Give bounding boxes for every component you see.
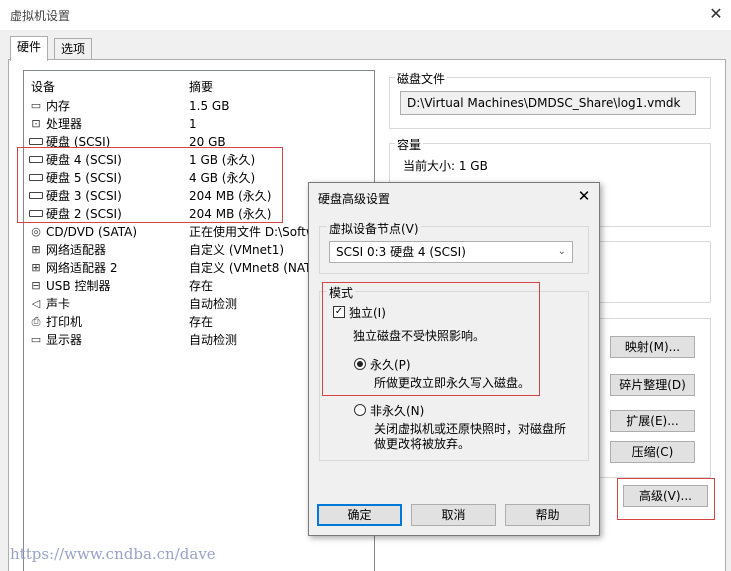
monitor-icon: ▭ [30,333,42,346]
memory-icon: ▭ [30,99,42,112]
disk-file-path: D:\Virtual Machines\DMDSC_Share\log1.vmd… [400,91,696,115]
tab-hardware[interactable]: 硬件 [10,36,48,61]
title-bar [0,0,731,30]
hdd-icon [29,138,43,145]
device-summary: 1.5 GB [189,99,230,113]
device-summary: 自动检测 [189,333,238,347]
device-name: 网络适配器 [46,243,107,257]
device-name: CD/DVD (SATA) [46,225,138,239]
expand-button[interactable]: 扩展(E)... [610,410,695,432]
device-name: USB 控制器 [46,279,111,293]
map-button[interactable]: 映射(M)... [610,336,695,358]
cancel-button[interactable]: 取消 [411,504,496,526]
device-summary: 自定义 (VMnet8 (NAT [189,261,312,275]
nonpersistent-description-2: 做更改将被放弃。 [374,437,471,451]
column-header-device[interactable]: 设备 [31,78,55,95]
highlight-box-disks [17,147,283,223]
capacity-label: 容量 [395,136,424,153]
device-row-memory[interactable]: ▭ 内存 1.5 GB [27,97,372,115]
device-summary: 自定义 (VMnet1) [189,243,285,257]
device-summary: 自动检测 [189,297,238,311]
nonpersistent-label[interactable]: 非永久(N) [370,402,424,419]
device-summary: 存在 [189,279,214,293]
network-icon: ⊞ [31,243,41,256]
compact-button[interactable]: 压缩(C) [610,441,695,463]
dialog-title: 硬盘高级设置 [318,192,391,206]
device-name: 显示器 [46,333,83,347]
current-size-text: 当前大小: 1 GB [403,159,488,173]
network-icon: ⊞ [31,261,41,274]
device-name: 打印机 [46,315,83,329]
node-label: 虚拟设备节点(V) [327,220,421,237]
highlight-box-advanced [617,478,715,520]
close-icon[interactable]: ✕ [706,4,726,24]
node-select-value: SCSI 0:3 硬盘 4 (SCSI) [336,245,466,259]
device-row-cpu[interactable]: ⊡ 处理器 1 [27,115,372,133]
nonpersistent-radio[interactable] [354,404,366,416]
device-name: 内存 [46,99,71,113]
ok-button[interactable]: 确定 [317,504,402,526]
cpu-icon: ⊡ [31,117,41,130]
device-name: 声卡 [46,297,71,311]
usb-icon: ⊟ [31,279,41,292]
device-summary: 1 [189,117,197,131]
help-button[interactable]: 帮助 [505,504,590,526]
device-name: 处理器 [46,117,83,131]
watermark-text: https://www.cndba.cn/dave [10,545,216,563]
close-icon[interactable]: ✕ [575,187,593,205]
printer-icon: ⎙ [31,315,41,328]
column-header-summary[interactable]: 摘要 [189,78,213,95]
chevron-down-icon: ⌄ [557,246,566,257]
defrag-button[interactable]: 碎片整理(D) [610,374,695,396]
disk-file-label: 磁盘文件 [395,70,448,87]
highlight-box-mode [322,282,540,396]
window-title: 虚拟机设置 [10,9,71,23]
device-summary: 正在使用文件 D:\Softw [189,225,316,239]
cd-icon: ◎ [31,225,41,238]
device-name: 网络适配器 2 [46,261,118,275]
speaker-icon: ◁ [31,297,41,310]
node-select[interactable]: SCSI 0:3 硬盘 4 (SCSI) ⌄ [329,241,573,263]
tab-options[interactable]: 选项 [54,38,92,59]
device-summary: 存在 [189,315,214,329]
